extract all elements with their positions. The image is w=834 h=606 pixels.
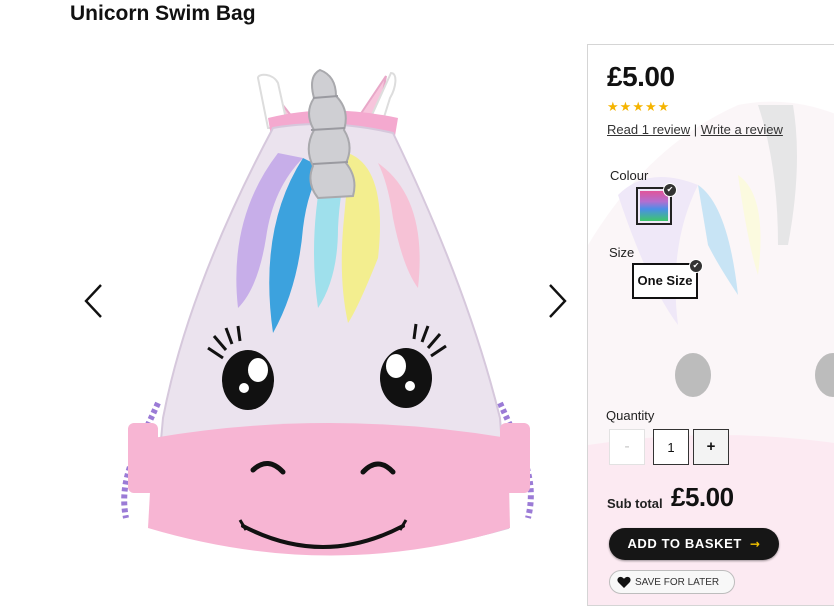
star-icon: ★ <box>619 99 632 114</box>
carousel-prev-button[interactable] <box>82 282 106 320</box>
quantity-label: Quantity <box>606 408 655 423</box>
save-for-later-label: SAVE FOR LATER <box>635 577 720 588</box>
heart-icon <box>617 576 631 588</box>
arrow-right-icon: → <box>749 537 761 551</box>
add-to-basket-label: ADD TO BASKET <box>627 536 742 551</box>
subtotal-value: £5.00 <box>671 482 734 512</box>
add-to-basket-button[interactable]: ADD TO BASKET → <box>609 528 779 560</box>
save-for-later-button[interactable]: SAVE FOR LATER <box>609 570 735 594</box>
check-icon: ✔ <box>689 259 703 273</box>
star-icon: ★ <box>632 99 644 114</box>
review-separator: | <box>693 122 698 137</box>
rating-stars: ★ ★ ★ ★ ★ <box>607 100 669 113</box>
star-icon: ★ <box>657 99 670 114</box>
star-icon: ★ <box>644 99 657 114</box>
quantity-input[interactable] <box>653 429 689 465</box>
size-label: Size <box>609 245 635 260</box>
write-review-link[interactable]: Write a review <box>701 122 783 137</box>
read-reviews-link[interactable]: Read 1 review <box>607 122 690 137</box>
purchase-panel: £5.00 ★ ★ ★ ★ ★ Read 1 review | Write a … <box>587 44 834 606</box>
swatch-fill <box>640 191 668 221</box>
star-icon: ★ <box>607 99 619 114</box>
size-option-label: One Size <box>637 273 693 288</box>
colour-label: Colour <box>610 168 649 183</box>
chevron-right-icon <box>549 284 567 318</box>
quantity-decrease-button[interactable]: - <box>609 429 645 465</box>
product-title: Unicorn Swim Bag <box>70 2 256 25</box>
carousel-next-button[interactable] <box>545 282 569 320</box>
check-icon: ✔ <box>663 183 677 197</box>
size-option-selected[interactable]: One Size ✔ <box>632 259 703 299</box>
chevron-left-icon <box>84 284 102 318</box>
product-image <box>108 58 550 588</box>
review-links: Read 1 review | Write a review <box>607 122 783 137</box>
product-price: £5.00 <box>607 61 675 92</box>
unicorn-bag-illustration <box>121 68 534 556</box>
colour-swatch-selected[interactable]: ✔ <box>636 183 677 225</box>
quantity-increase-button[interactable]: + <box>693 429 729 465</box>
subtotal-label: Sub total <box>607 496 663 511</box>
